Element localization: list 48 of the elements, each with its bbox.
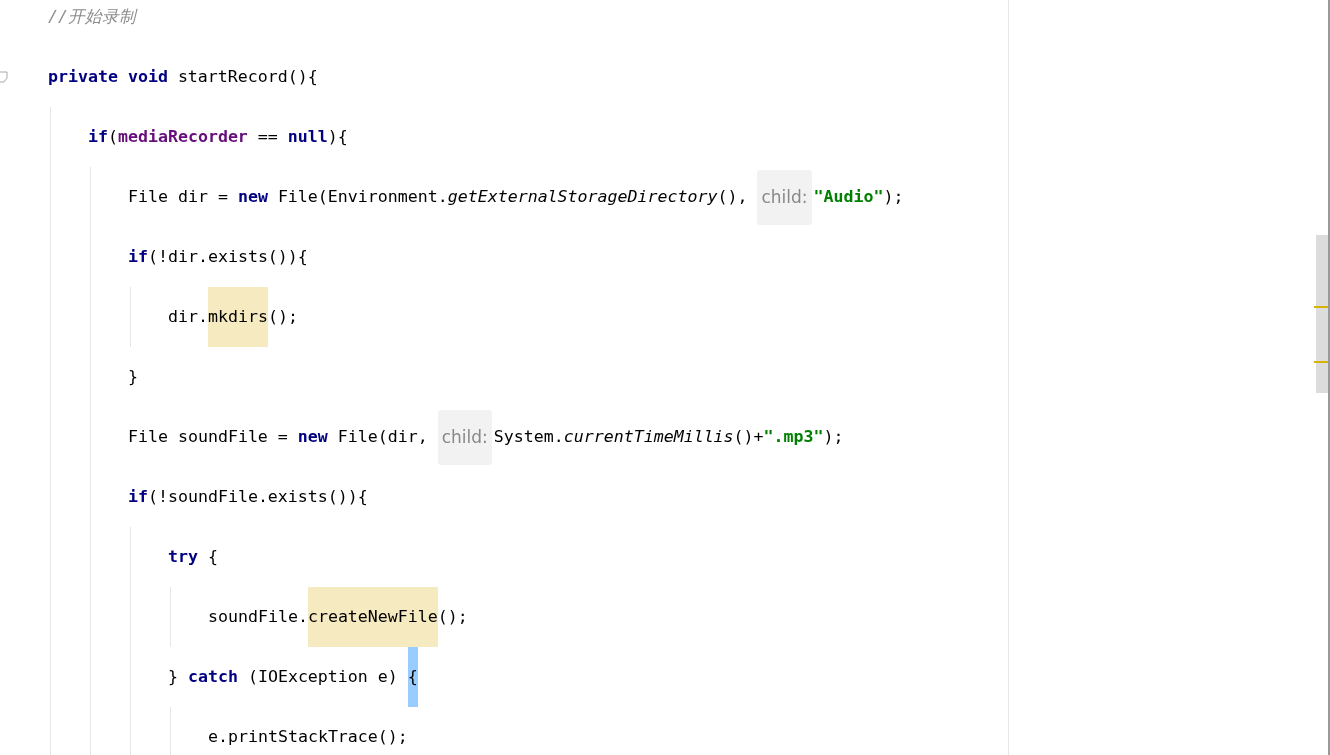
code-keyword: if: [128, 486, 148, 508]
code-text: startRecord(){: [176, 66, 318, 88]
code-text: (),: [717, 186, 749, 208]
code-text: (!soundFile.exists()){: [148, 486, 368, 508]
code-keyword: new: [237, 186, 268, 208]
code-keyword: new: [297, 426, 328, 448]
code-keyword: null: [287, 126, 328, 148]
code-text: ()+: [733, 426, 764, 448]
static-method-name: currentTimeMillis: [563, 426, 734, 448]
error-stripe-mark[interactable]: [1314, 306, 1328, 308]
usage-highlight: createNewFile: [307, 587, 438, 647]
code-text: ){: [327, 126, 348, 148]
usage-highlight: mkdirs: [207, 287, 268, 347]
code-text: (IOException e): [246, 666, 399, 688]
code-text: File dir =: [128, 186, 229, 208]
code-keyword: if: [88, 126, 108, 148]
code-text: File soundFile =: [128, 426, 289, 448]
code-text: ==: [256, 126, 279, 148]
code-keyword: if: [128, 246, 148, 268]
code-text: File(Environment.: [276, 186, 448, 208]
code-comment: //开始录制: [48, 6, 136, 28]
code-text: System.: [493, 426, 564, 448]
fold-icon[interactable]: [0, 71, 8, 83]
parameter-hint: child:: [757, 169, 812, 225]
code-text: e.printStackTrace();: [208, 726, 408, 748]
field-name: mediaRecorder: [118, 126, 248, 148]
parameter-hint: child:: [437, 409, 492, 465]
code-text: ();: [267, 306, 298, 328]
code-text: (!dir.exists()){: [148, 246, 308, 268]
code-text: );: [823, 426, 844, 448]
code-text: {: [206, 546, 218, 568]
static-method-name: getExternalStorageDirectory: [447, 186, 718, 208]
code-keyword: private void: [48, 66, 168, 88]
code-text: soundFile.: [208, 606, 308, 628]
code-text: ();: [437, 606, 468, 628]
code-text: (: [108, 126, 118, 148]
code-text: File(dir,: [336, 426, 429, 448]
code-keyword: try: [168, 546, 198, 568]
string-literal: "Audio": [813, 186, 884, 208]
code-keyword: catch: [188, 666, 238, 688]
code-text: dir.: [168, 306, 208, 328]
scrollbar-thumb[interactable]: [1316, 235, 1328, 393]
error-stripe-mark[interactable]: [1314, 361, 1328, 363]
code-text: );: [883, 186, 904, 208]
brace-highlight: {: [407, 647, 418, 707]
code-text: }: [128, 366, 138, 388]
code-text: }: [168, 666, 179, 688]
string-literal: ".mp3": [763, 426, 824, 448]
